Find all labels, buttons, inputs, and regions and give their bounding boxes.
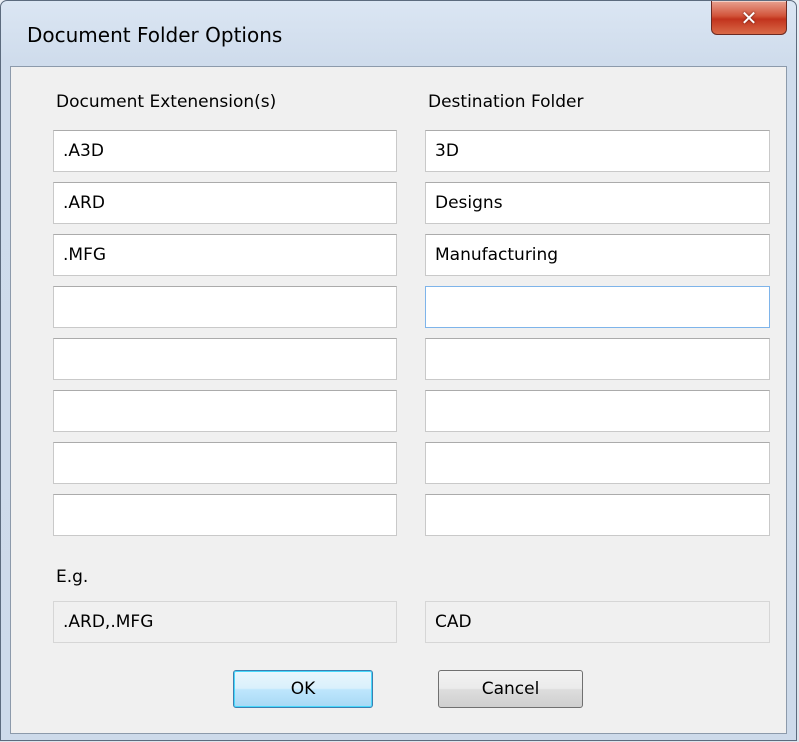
folder-field-1[interactable]: 3D (425, 130, 770, 172)
close-icon: ✕ (740, 5, 758, 30)
extension-field-8[interactable] (53, 494, 397, 536)
example-label: E.g. (56, 567, 89, 587)
extensions-column-header: Document Extenension(s) (56, 92, 277, 112)
extension-field-3[interactable]: .MFG (53, 234, 397, 276)
folder-field-4[interactable] (425, 286, 770, 328)
document-folder-options-dialog: Document Folder Options ✕ Document Exten… (0, 0, 797, 741)
window-title: Document Folder Options (27, 23, 283, 47)
extension-field-7[interactable] (53, 442, 397, 484)
folder-field-5[interactable] (425, 338, 770, 380)
folder-field-6[interactable] (425, 390, 770, 432)
dialog-client-area: Document Extenension(s) Destination Fold… (10, 66, 787, 734)
example-extension-field: .ARD,.MFG (53, 601, 397, 643)
ok-button[interactable]: OK (233, 670, 373, 708)
folder-field-8[interactable] (425, 494, 770, 536)
title-bar[interactable]: Document Folder Options ✕ (1, 1, 796, 67)
folder-field-7[interactable] (425, 442, 770, 484)
folder-field-2[interactable]: Designs (425, 182, 770, 224)
folder-column-header: Destination Folder (428, 92, 584, 112)
example-folder-field: CAD (425, 601, 770, 643)
extension-field-4[interactable] (53, 286, 397, 328)
folder-field-3[interactable]: Manufacturing (425, 234, 770, 276)
extension-field-6[interactable] (53, 390, 397, 432)
extension-field-2[interactable]: .ARD (53, 182, 397, 224)
cancel-button[interactable]: Cancel (438, 670, 583, 708)
extension-field-5[interactable] (53, 338, 397, 380)
close-button[interactable]: ✕ (711, 1, 787, 35)
extension-field-1[interactable]: .A3D (53, 130, 397, 172)
